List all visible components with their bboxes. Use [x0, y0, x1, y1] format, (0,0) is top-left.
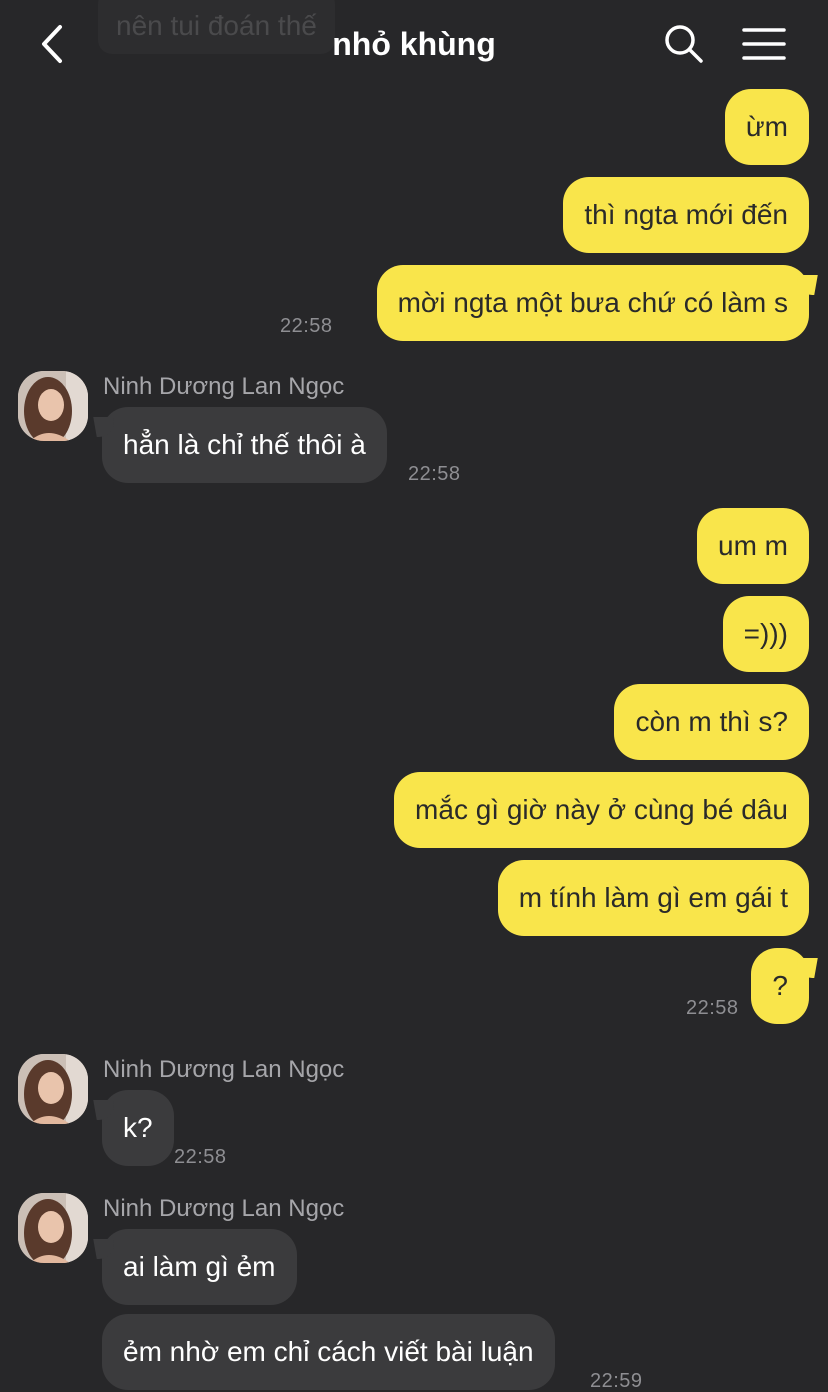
- sender-name: Ninh Dương Lan Ngọc: [103, 1056, 345, 1083]
- sender-name: Ninh Dương Lan Ngọc: [103, 1195, 345, 1222]
- incoming-message[interactable]: hẳn là chỉ thế thôi à: [102, 407, 387, 483]
- message-timestamp: 22:58: [174, 1146, 227, 1168]
- outgoing-message[interactable]: ?: [751, 948, 809, 1024]
- incoming-message[interactable]: k?: [102, 1090, 174, 1166]
- message-timestamp: 22:58: [686, 997, 739, 1019]
- message-timestamp: 22:58: [280, 315, 333, 337]
- incoming-message[interactable]: ai làm gì ẻm: [102, 1229, 297, 1305]
- outgoing-message[interactable]: mắc gì giờ này ở cùng bé dâu: [394, 772, 809, 848]
- outgoing-message[interactable]: m tính làm gì em gái t: [497, 860, 809, 936]
- avatar[interactable]: [18, 1193, 88, 1263]
- outgoing-message[interactable]: mời ngta một bưa chứ có làm s: [376, 265, 809, 341]
- message-timestamp: 22:58: [408, 463, 461, 485]
- menu-button[interactable]: [740, 24, 788, 64]
- outgoing-message[interactable]: thì ngta mới đến: [563, 177, 809, 253]
- outgoing-message[interactable]: ừm: [724, 89, 809, 165]
- search-button[interactable]: [662, 22, 706, 66]
- outgoing-message[interactable]: um m: [697, 508, 809, 584]
- avatar[interactable]: [18, 371, 88, 441]
- avatar[interactable]: [18, 1054, 88, 1124]
- outgoing-message[interactable]: =))): [722, 596, 809, 672]
- message-timestamp: 22:59: [590, 1370, 643, 1392]
- chat-header: nhỏ khùng: [0, 0, 828, 90]
- incoming-message[interactable]: ẻm nhờ em chỉ cách viết bài luận: [102, 1314, 555, 1390]
- hamburger-menu-icon: [742, 28, 786, 60]
- sender-name: Ninh Dương Lan Ngọc: [103, 373, 345, 400]
- outgoing-message[interactable]: còn m thì s?: [614, 684, 809, 760]
- search-icon: [665, 25, 703, 63]
